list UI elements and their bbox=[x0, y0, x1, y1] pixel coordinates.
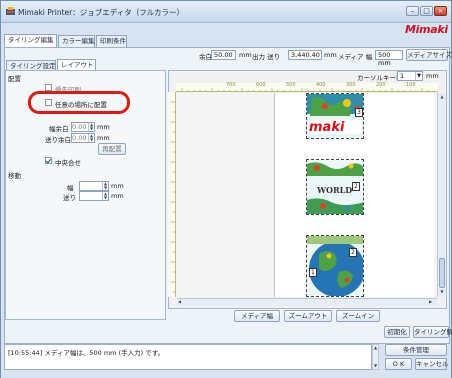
feed-margin-unit: mm bbox=[97, 134, 110, 142]
condition-management-button[interactable]: 条件管理 bbox=[385, 344, 447, 356]
minimize-button[interactable]: – bbox=[406, 6, 419, 16]
tiling-release-button[interactable]: タイリング解除 bbox=[413, 326, 452, 338]
initialize-button[interactable]: 初期化 bbox=[384, 326, 410, 338]
cursor-key-select[interactable]: 1 ▼ bbox=[397, 71, 423, 81]
tile-1[interactable]: 2 1 bbox=[306, 235, 364, 297]
output-feed-field: 3,440.40 bbox=[288, 50, 322, 60]
scroll-left-icon[interactable]: ◀ bbox=[178, 299, 184, 305]
tile-number-1: 1 bbox=[309, 268, 317, 277]
media-width-button[interactable]: メディア幅 bbox=[234, 310, 280, 322]
media-width-field[interactable]: 500 mm bbox=[375, 50, 403, 67]
spin-arrows-icon[interactable]: ▲ ▼ bbox=[88, 123, 94, 131]
zoom-out-button[interactable]: ズームアウト bbox=[284, 310, 332, 322]
move-width-label: 幅 bbox=[67, 184, 74, 192]
ruler-tick-label: 700 bbox=[226, 82, 236, 88]
cancel-button[interactable]: キャンセル bbox=[415, 358, 449, 370]
margin-field[interactable]: 50.00 bbox=[211, 50, 236, 60]
ok-button[interactable]: O K bbox=[385, 358, 412, 370]
mimaki-logo: Mimaki bbox=[405, 23, 448, 36]
tile-number-1-top: 2 bbox=[349, 248, 357, 257]
window-title: Mimaki Printer：ジョブエディタ（フルカラー） bbox=[18, 8, 184, 17]
scroll-right-icon[interactable]: ▶ bbox=[429, 299, 435, 305]
spin-arrows-icon[interactable]: ▲ ▼ bbox=[102, 192, 108, 200]
tile-number-3: 3 bbox=[355, 108, 363, 117]
maximize-button[interactable]: □ bbox=[420, 6, 433, 16]
width-margin-label: 幅余白 bbox=[49, 125, 69, 133]
priority-print-checkbox[interactable] bbox=[45, 84, 52, 91]
ruler-tick-label: 300 bbox=[346, 82, 356, 88]
log-scrollbar[interactable]: ▲ ▼ bbox=[372, 344, 379, 370]
title-bar: Mimaki Printer：ジョブエディタ（フルカラー） – □ × bbox=[1, 1, 451, 23]
app-icon bbox=[6, 7, 15, 15]
width-margin-unit: mm bbox=[97, 123, 110, 131]
zoom-in-button[interactable]: ズームイン bbox=[336, 310, 380, 322]
tile-2[interactable]: 2 WORLD bbox=[306, 159, 364, 215]
tab-print-conditions[interactable]: 印刷条件 bbox=[96, 35, 127, 47]
tile-text-world: WORLD bbox=[317, 185, 353, 195]
get-media-size-button[interactable]: メディアサイズ取得 bbox=[406, 49, 452, 61]
scroll-up-icon[interactable]: ▲ bbox=[439, 94, 445, 100]
tile-3[interactable]: 3 maki bbox=[306, 93, 364, 139]
highlight-ring bbox=[28, 91, 130, 114]
output-label: 出力 送り bbox=[252, 53, 281, 61]
ruler-tick-label: 100 bbox=[406, 82, 416, 88]
media-width-label: メディア 幅 bbox=[338, 53, 373, 61]
tile-number-2: 2 bbox=[352, 182, 360, 191]
message-log: [10:55:44] メディア幅は、500 mm (手入力) です。 bbox=[4, 344, 372, 370]
horizontal-ruler: 700 600 500 400 300 200 100 bbox=[176, 82, 438, 92]
horizontal-scrollbar[interactable]: ◀ ▶ bbox=[177, 298, 437, 306]
feed-margin-label: 送り余白 bbox=[45, 136, 71, 144]
ruler-tick-label: 400 bbox=[316, 82, 326, 88]
status-bar bbox=[1, 371, 451, 378]
scrollbar-thumb[interactable] bbox=[439, 258, 445, 288]
close-button[interactable]: × bbox=[434, 6, 447, 16]
feed-margin-spinner[interactable]: 0.00 ▲ ▼ bbox=[71, 133, 95, 143]
vertical-ruler bbox=[168, 92, 176, 297]
scroll-up-icon[interactable]: ▲ bbox=[373, 345, 378, 350]
spin-arrows-icon[interactable]: ▲ ▼ bbox=[88, 134, 94, 142]
ruler-tick-label: 500 bbox=[286, 82, 296, 88]
spin-arrows-icon[interactable]: ▲ ▼ bbox=[102, 182, 108, 190]
vertical-scrollbar[interactable]: ▲ ▼ bbox=[437, 93, 446, 297]
move-feed-label: 送り bbox=[63, 194, 76, 202]
output-unit: mm bbox=[324, 51, 337, 59]
scroll-down-icon[interactable]: ▼ bbox=[373, 363, 378, 368]
ruler-ticks bbox=[171, 101, 176, 293]
tab-tiling-edit[interactable]: タイリング編集 bbox=[4, 34, 57, 47]
center-align-checkbox[interactable] bbox=[45, 157, 52, 164]
ruler-tick-label: 200 bbox=[376, 82, 386, 88]
rearrange-button[interactable]: 再配置 bbox=[98, 143, 126, 155]
ruler-tick-label: 600 bbox=[256, 82, 266, 88]
chevron-down-icon[interactable]: ▼ bbox=[415, 72, 422, 80]
tab-color-edit[interactable]: カラー編集 bbox=[58, 35, 95, 47]
move-width-unit: mm bbox=[111, 182, 124, 190]
center-align-label: 中央合せ bbox=[55, 159, 81, 167]
tile-image bbox=[307, 236, 363, 296]
cursor-key-unit: mm bbox=[426, 72, 439, 80]
move-width-spinner[interactable]: ▲ ▼ bbox=[79, 181, 109, 191]
main-window: Mimaki Printer：ジョブエディタ（フルカラー） – □ × Mima… bbox=[0, 0, 452, 378]
log-message: [10:55:44] メディア幅は、500 mm (手入力) です。 bbox=[8, 349, 165, 357]
tile-text-maki: maki bbox=[309, 120, 345, 135]
move-feed-unit: mm bbox=[111, 192, 124, 200]
placement-section-label: 配置 bbox=[8, 75, 21, 83]
width-margin-spinner[interactable]: 0.00 ▲ ▼ bbox=[71, 122, 95, 132]
ruler-ticks bbox=[181, 88, 429, 92]
margin-unit: mm bbox=[239, 51, 252, 59]
move-section-label: 移動 bbox=[8, 172, 21, 180]
move-feed-spinner[interactable]: ▲ ▼ bbox=[79, 191, 109, 201]
scroll-down-icon[interactable]: ▼ bbox=[439, 289, 445, 295]
